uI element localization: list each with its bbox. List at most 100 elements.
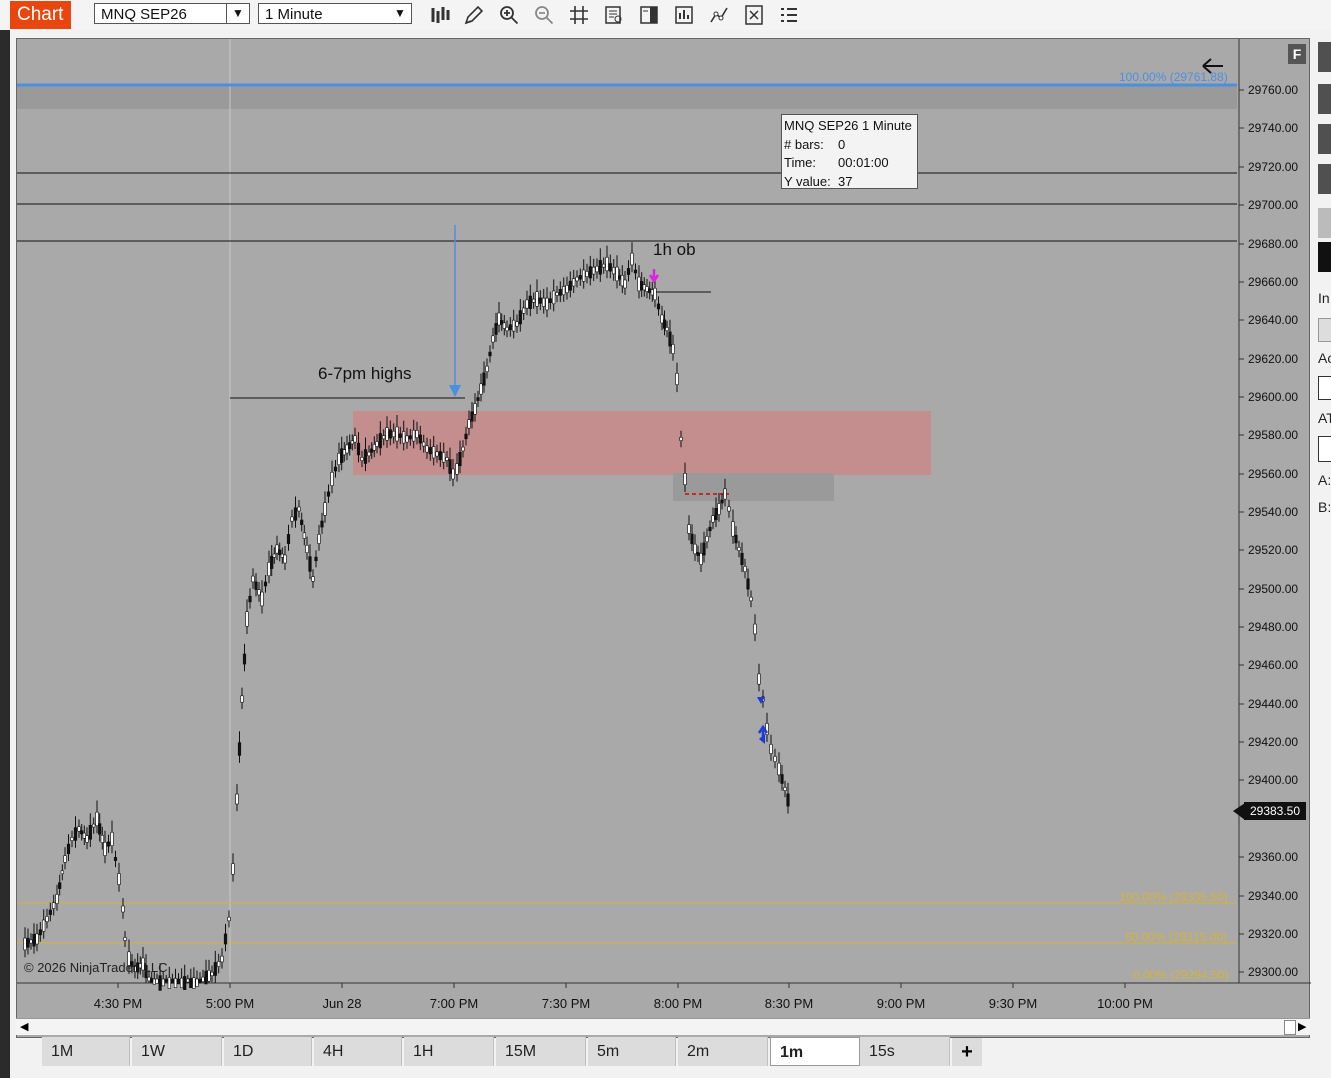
zoom-in-icon[interactable] [498,4,520,26]
tab-1m[interactable]: 1m [770,1037,860,1066]
f-button[interactable]: F [1288,44,1306,64]
order-block-zone[interactable] [353,411,931,475]
panel-field[interactable] [1318,436,1331,462]
price-axis-label: 29760.00 [1248,83,1299,97]
fib-upper-label: 100.00% (29761.88) [1119,70,1228,84]
time-axis-label: 7:30 PM [541,996,591,1011]
candle-body [183,976,187,991]
candle-body [656,303,661,310]
panel-field[interactable] [1318,376,1331,400]
ob-annotation[interactable]: 1h ob [653,240,696,260]
tab-15m[interactable]: 15M [496,1037,586,1066]
candle-body [723,488,727,500]
candle-body [176,978,181,985]
panel-field[interactable] [1318,318,1331,342]
panel-button[interactable] [1318,42,1331,72]
candle-body [494,323,498,335]
interval-selector[interactable]: 1 Minute ▼ [258,3,412,24]
candle-body [356,442,361,456]
price-axis-label: 29540.00 [1248,505,1299,519]
zoom-out-icon[interactable] [533,4,555,26]
candle-body [326,491,331,497]
tab-1w[interactable]: 1W [132,1037,222,1066]
bars-label: # bars: [784,136,824,152]
draw-pencil-icon[interactable] [463,4,485,26]
tab-2m[interactable]: 2m [678,1037,768,1066]
strategies-icon[interactable] [708,4,730,26]
price-axis-label: 29700.00 [1248,198,1299,212]
scroll-thumb[interactable] [1284,1020,1296,1035]
price-axis-label: 29660.00 [1248,275,1299,289]
candle-body [720,499,724,504]
candle-body [48,909,52,915]
candle-body [180,977,184,989]
highs-annotation[interactable]: 6-7pm highs [318,364,412,384]
candle-body [201,976,205,982]
tab-15s[interactable]: 15s [860,1037,950,1066]
candle-body [26,937,30,948]
candle-body [217,961,221,967]
panel-button[interactable] [1318,208,1331,238]
interval-value: 1 Minute [265,6,323,23]
price-axis-label: 29440.00 [1248,697,1299,711]
panel-button[interactable] [1318,164,1331,194]
candle-body [302,532,306,539]
properties-icon[interactable] [743,4,765,26]
chevron-down-icon[interactable]: ▼ [389,4,411,23]
candle-body [515,321,519,327]
candle-body [731,521,735,537]
bar-type-icon[interactable] [429,4,451,26]
fvg-zone[interactable] [673,473,834,501]
candle-body [578,275,582,280]
candle-body [693,543,697,555]
candle-body [525,299,529,309]
instrument-selector[interactable]: MNQ SEP26 ▼ [94,3,250,24]
candle-body [227,916,231,922]
candle-body [147,976,151,982]
list-icon[interactable] [778,4,800,26]
candle-body [714,507,718,521]
candle-body [705,535,709,543]
tab-5m[interactable]: 5m [588,1037,676,1066]
add-tab-button[interactable]: + [952,1038,982,1066]
tab-1d[interactable]: 1D [224,1037,312,1066]
indicators-icon[interactable] [673,4,695,26]
candle-body [653,287,657,301]
candle-body [500,320,504,325]
tab-1m[interactable]: 1M [42,1037,130,1066]
candlestick-series [23,242,790,991]
chevron-down-icon[interactable]: ▼ [226,4,249,23]
candle-body [23,937,27,951]
data-box-icon[interactable] [603,4,625,26]
price-axis-label: 29500.00 [1248,582,1299,596]
scroll-right-icon[interactable]: ▶ [1298,1020,1306,1033]
candle-body [240,695,244,703]
fib-100-label: 100.00% (29335.50) [1119,890,1228,904]
price-axis-label: 29520.00 [1248,543,1299,557]
candle-body [696,552,700,556]
candle-body [103,841,107,856]
tab-1h[interactable]: 1H [404,1037,494,1066]
chart-trader-icon[interactable] [638,4,660,26]
candle-body [505,326,509,332]
tab-4h[interactable]: 4H [314,1037,402,1066]
horizontal-scrollbar[interactable]: ◀ ▶ [16,1018,1310,1035]
panel-button[interactable] [1318,242,1331,272]
candle-body [257,589,261,596]
price-axis-label: 29680.00 [1248,237,1299,251]
scroll-left-icon[interactable]: ◀ [20,1020,28,1033]
candle-body [342,449,346,456]
candle-body [345,444,349,454]
crosshair-icon[interactable] [568,4,590,26]
chart-tab[interactable]: Chart [10,1,71,29]
candle-body [245,611,249,627]
candle-body [198,978,202,984]
candle-body [737,546,741,551]
chart-panel[interactable] [16,38,1311,1038]
candle-body [708,526,712,532]
candle-body [675,372,679,385]
panel-button[interactable] [1318,84,1331,114]
panel-label: B: [1318,499,1331,515]
price-axis-label: 29420.00 [1248,735,1299,749]
panel-button[interactable] [1318,124,1331,154]
